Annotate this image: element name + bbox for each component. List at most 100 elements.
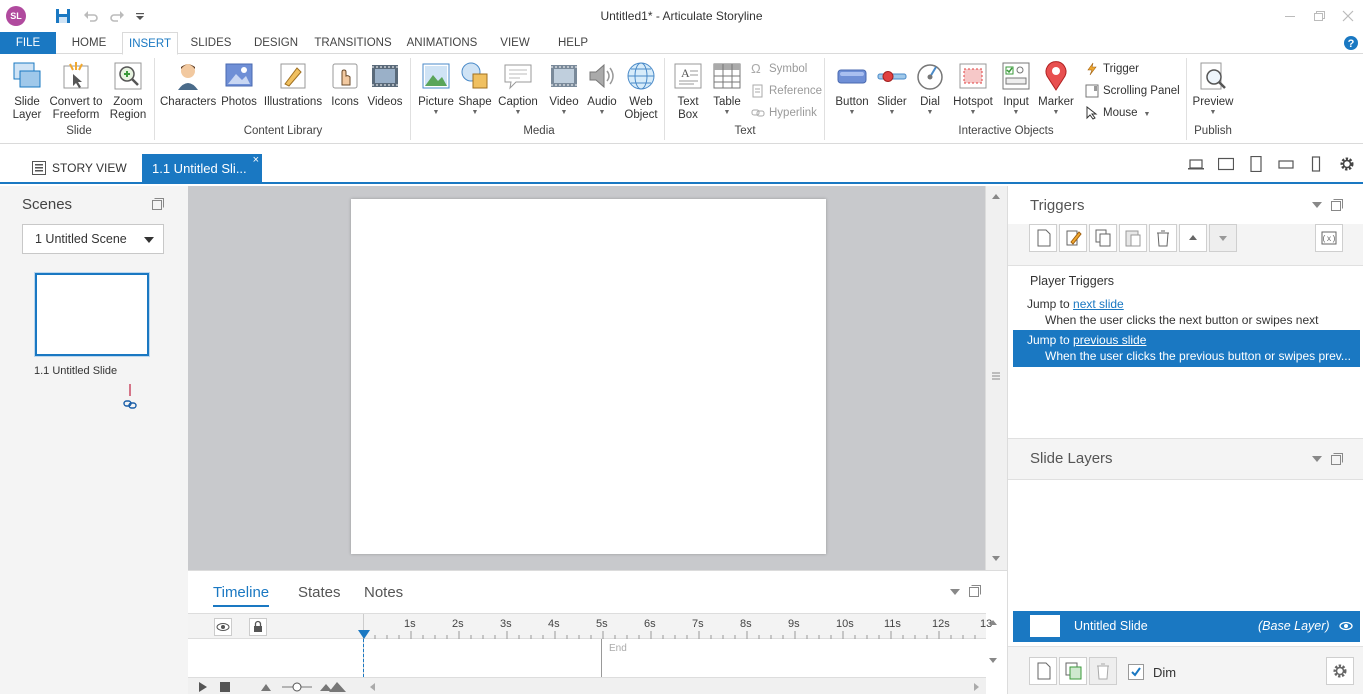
- reference-button[interactable]: Reference: [751, 82, 822, 100]
- scroll-grip-icon[interactable]: [992, 372, 1000, 380]
- delete-layer-icon[interactable]: [1089, 657, 1117, 685]
- tab-view[interactable]: VIEW: [494, 32, 536, 54]
- tab-notes[interactable]: Notes: [364, 584, 403, 601]
- new-layer-icon[interactable]: [1029, 657, 1057, 685]
- delete-trigger-icon[interactable]: [1149, 224, 1177, 252]
- trigger-target-link[interactable]: previous slide: [1073, 333, 1146, 347]
- tab-animations[interactable]: ANIMATIONS: [402, 32, 482, 54]
- button-button[interactable]: Button ▼: [830, 60, 874, 117]
- characters-button[interactable]: Characters: [160, 60, 216, 109]
- move-up-icon[interactable]: [1179, 224, 1207, 252]
- timeline-ruler[interactable]: 1s 2s 3s 4s 5s 6s 7s 8s 9s 10s 11s 12s 13: [188, 613, 997, 640]
- caption-button[interactable]: Caption ▼: [496, 60, 540, 117]
- scrolling-panel-button[interactable]: Scrolling Panel: [1085, 82, 1180, 100]
- close-icon[interactable]: [1341, 9, 1355, 23]
- scroll-right-icon[interactable]: [973, 682, 981, 692]
- symbol-button[interactable]: Ω Symbol: [751, 60, 807, 78]
- tab-design[interactable]: DESIGN: [248, 32, 304, 54]
- tab-file[interactable]: FILE: [0, 32, 56, 54]
- story-view-tab[interactable]: STORY VIEW: [24, 154, 127, 182]
- panel-undock-icon[interactable]: [969, 585, 981, 597]
- desktop-preview-icon[interactable]: [1188, 156, 1204, 172]
- end-marker[interactable]: [601, 639, 602, 677]
- audio-button[interactable]: Audio ▼: [584, 60, 620, 117]
- eye-icon[interactable]: [1339, 621, 1353, 631]
- slide-canvas[interactable]: [351, 199, 826, 554]
- panel-menu-icon[interactable]: [1312, 202, 1322, 208]
- zoom-region-button[interactable]: Zoom Region: [106, 60, 150, 122]
- help-icon[interactable]: ?: [1343, 35, 1359, 51]
- trigger-item[interactable]: Jump to next slide When the user clicks …: [1013, 296, 1360, 332]
- lock-icon[interactable]: [249, 618, 267, 636]
- tablet-landscape-icon[interactable]: [1218, 156, 1234, 172]
- panel-undock-icon[interactable]: [152, 198, 164, 210]
- phone-portrait-icon[interactable]: [1308, 156, 1324, 172]
- canvas-vertical-scrollbar[interactable]: [985, 186, 1007, 570]
- settings-gear-icon[interactable]: [1339, 156, 1355, 172]
- layer-settings-gear-icon[interactable]: [1326, 657, 1354, 685]
- tab-transitions[interactable]: TRANSITIONS: [312, 32, 394, 54]
- scene-select[interactable]: 1 Untitled Scene: [22, 224, 164, 254]
- slide-link-icon[interactable]: [122, 384, 138, 412]
- tab-help[interactable]: HELP: [552, 32, 594, 54]
- slider-button[interactable]: Slider ▼: [872, 60, 912, 117]
- hotspot-button[interactable]: Hotspot ▼: [950, 60, 996, 117]
- tab-timeline[interactable]: Timeline: [213, 584, 270, 607]
- restore-icon[interactable]: [1312, 9, 1326, 23]
- play-icon[interactable]: [198, 681, 208, 693]
- icons-button[interactable]: Icons: [328, 60, 362, 109]
- slide-thumbnail[interactable]: [34, 272, 150, 357]
- slide-layer-button[interactable]: Slide Layer: [8, 60, 46, 122]
- convert-to-freeform-button[interactable]: Convert to Freeform: [48, 60, 104, 122]
- photos-button[interactable]: Photos: [218, 60, 260, 109]
- variables-icon[interactable]: (x): [1315, 224, 1343, 252]
- show-hide-eye-icon[interactable]: [214, 618, 232, 636]
- table-button[interactable]: Table ▼: [708, 60, 746, 117]
- scroll-down-icon[interactable]: [988, 657, 998, 665]
- shape-button[interactable]: Shape ▼: [456, 60, 494, 117]
- phone-landscape-icon[interactable]: [1278, 156, 1294, 172]
- video-button[interactable]: Video ▼: [546, 60, 582, 117]
- input-button[interactable]: Input ▼: [998, 60, 1034, 117]
- move-down-icon[interactable]: [1209, 224, 1237, 252]
- base-layer-row[interactable]: Untitled Slide (Base Layer): [1013, 611, 1360, 642]
- slide-editor-tab[interactable]: 1.1 Untitled Sli... ×: [142, 154, 262, 184]
- picture-button[interactable]: Picture ▼: [416, 60, 456, 117]
- zoom-slider[interactable]: [282, 681, 312, 693]
- tab-slides[interactable]: SLIDES: [186, 32, 236, 54]
- duplicate-layer-icon[interactable]: [1059, 657, 1087, 685]
- scroll-left-icon[interactable]: [368, 682, 376, 692]
- mouse-button[interactable]: Mouse ▼: [1085, 104, 1150, 122]
- scroll-up-icon[interactable]: [991, 192, 1001, 200]
- tablet-portrait-icon[interactable]: [1248, 156, 1264, 172]
- illustrations-button[interactable]: Illustrations: [262, 60, 324, 109]
- minimize-icon[interactable]: [1283, 9, 1297, 23]
- dial-button[interactable]: Dial ▼: [912, 60, 948, 117]
- timeline-track[interactable]: End: [188, 639, 997, 677]
- panel-undock-icon[interactable]: [1331, 453, 1343, 465]
- tab-states[interactable]: States: [298, 584, 341, 601]
- edit-trigger-icon[interactable]: [1059, 224, 1087, 252]
- scroll-up-icon[interactable]: [988, 618, 998, 626]
- trigger-item-selected[interactable]: Jump to previous slide When the user cli…: [1013, 330, 1360, 367]
- new-trigger-icon[interactable]: [1029, 224, 1057, 252]
- tab-insert[interactable]: INSERT: [122, 32, 178, 55]
- marker-button[interactable]: Marker ▼: [1036, 60, 1076, 117]
- panel-undock-icon[interactable]: [1331, 199, 1343, 211]
- copy-trigger-icon[interactable]: [1089, 224, 1117, 252]
- hyperlink-button[interactable]: Hyperlink: [751, 104, 817, 122]
- trigger-target-link[interactable]: next slide: [1073, 297, 1124, 311]
- preview-button[interactable]: Preview ▼: [1190, 60, 1236, 117]
- zoom-in-icon[interactable]: [319, 681, 347, 693]
- tab-home[interactable]: HOME: [64, 32, 114, 54]
- panel-menu-icon[interactable]: [950, 589, 960, 595]
- web-object-button[interactable]: Web Object: [620, 60, 662, 122]
- panel-menu-icon[interactable]: [1312, 456, 1322, 462]
- scroll-down-icon[interactable]: [991, 555, 1001, 563]
- videos-button[interactable]: Videos: [364, 60, 406, 109]
- zoom-out-icon[interactable]: [259, 681, 273, 693]
- text-box-button[interactable]: A Text Box: [670, 60, 706, 122]
- stop-icon[interactable]: [219, 681, 231, 693]
- trigger-button[interactable]: Trigger: [1085, 60, 1139, 78]
- tab-close-icon[interactable]: ×: [253, 145, 259, 175]
